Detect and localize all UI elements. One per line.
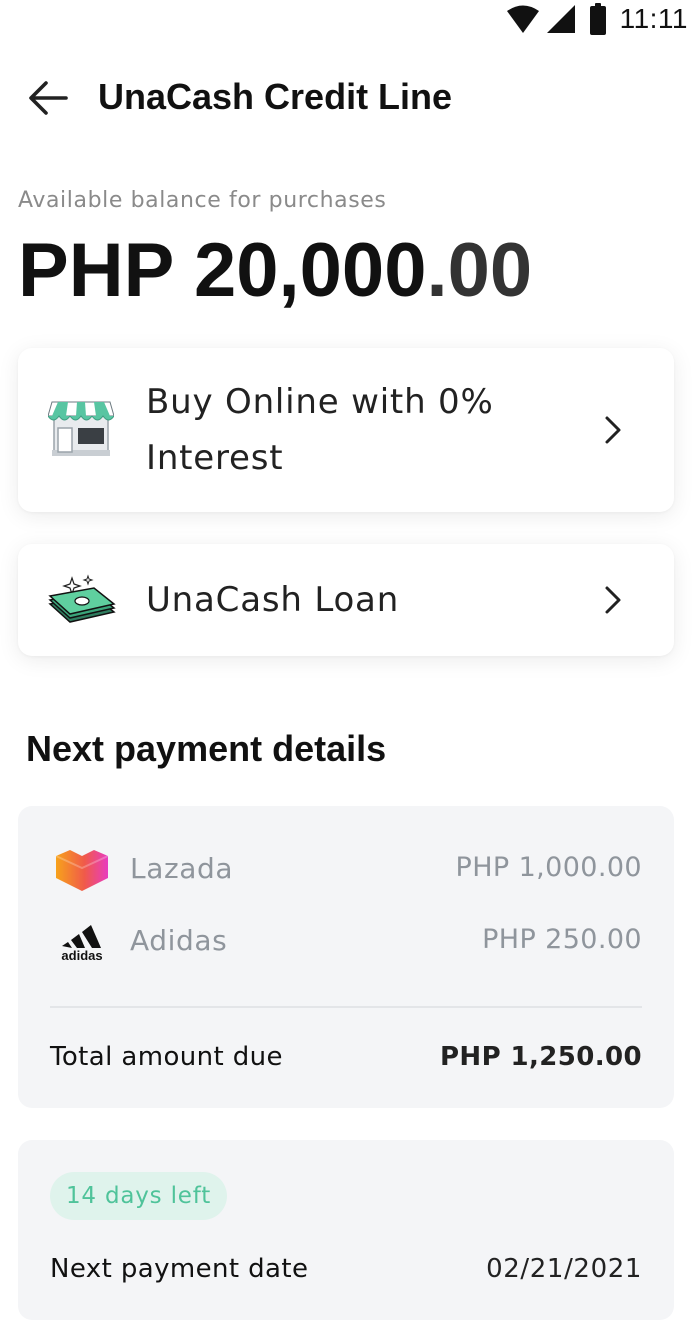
cellular-signal-icon	[546, 4, 576, 34]
payment-item-row: Lazada PHP 1,000.00	[50, 842, 642, 898]
wifi-icon	[506, 4, 540, 34]
merchant-name: Lazada	[130, 852, 234, 885]
lazada-logo	[55, 850, 109, 891]
next-payment-date-value: 02/21/2021	[486, 1254, 642, 1284]
unacash-loan-card[interactable]: UnaCash Loan	[18, 544, 674, 656]
merchant-amount: PHP 1,000.00	[455, 852, 642, 883]
chevron-right-icon	[605, 586, 621, 614]
storefront-icon	[47, 398, 115, 462]
page-title: UnaCash Credit Line	[98, 76, 453, 117]
balance-amount-decimals: .00	[426, 228, 533, 313]
section-title-payment-details: Next payment details	[26, 728, 387, 769]
status-icons: 11:11	[506, 2, 688, 36]
balance-label: Available balance for purchases	[18, 188, 387, 213]
back-button[interactable]	[24, 78, 74, 118]
merchant-name: Adidas	[130, 924, 228, 957]
chevron-right-icon	[605, 416, 621, 444]
next-payment-panel: 14 days left Next payment date 02/21/202…	[18, 1140, 674, 1320]
svg-text:adidas: adidas	[61, 948, 102, 963]
total-amount-label: Total amount due	[50, 1042, 283, 1072]
payment-item-row: adidas Adidas PHP 250.00	[50, 914, 642, 970]
battery-icon	[589, 3, 606, 35]
arrow-left-icon	[29, 81, 68, 115]
balance-amount: PHP 20,000.00	[18, 226, 532, 316]
cash-stack-icon	[48, 574, 116, 628]
next-payment-date-label: Next payment date	[50, 1254, 309, 1284]
total-amount-value: PHP 1,250.00	[439, 1042, 642, 1072]
divider	[50, 1006, 642, 1008]
status-time: 11:11	[619, 3, 688, 34]
balance-amount-main: PHP 20,000	[18, 228, 427, 313]
days-left-badge: 14 days left	[50, 1172, 228, 1220]
app-header: UnaCash Credit Line	[0, 62, 694, 134]
unacash-loan-label: UnaCash Loan	[146, 580, 400, 620]
status-bar: 11:11	[0, 0, 694, 38]
merchant-amount: PHP 250.00	[482, 924, 642, 955]
buy-online-label: Buy Online with 0% Interest	[146, 382, 494, 478]
payment-items-panel: Lazada PHP 1,000.00 adidas Adidas PHP 25…	[18, 806, 674, 1108]
buy-online-card[interactable]: Buy Online with 0% Interest	[18, 348, 674, 512]
adidas-logo: adidas	[61, 925, 103, 963]
